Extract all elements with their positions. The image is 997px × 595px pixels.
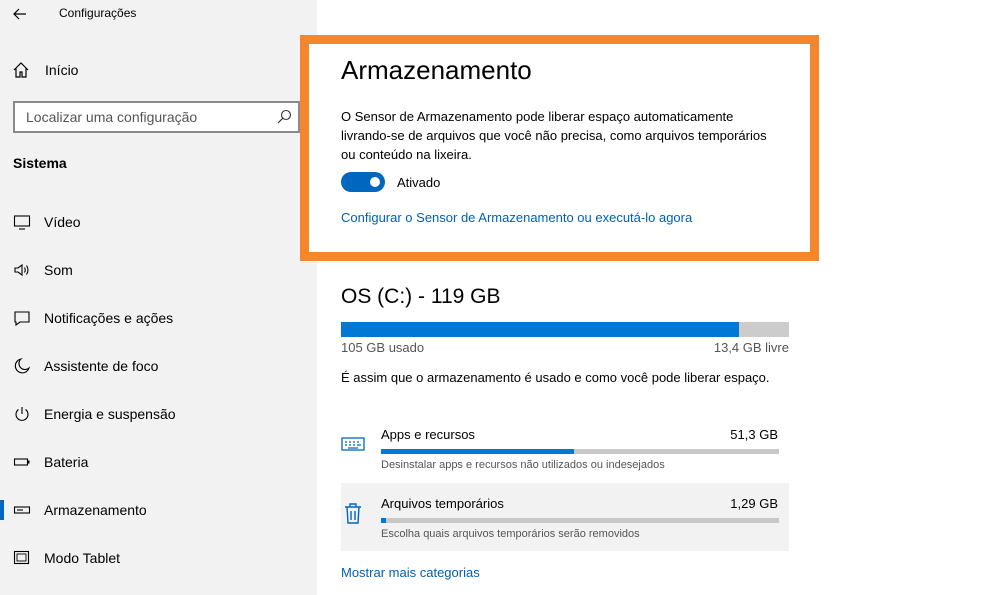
sidebar-item-label: Notificações e ações bbox=[44, 310, 174, 326]
home-button[interactable]: Início bbox=[12, 58, 302, 82]
battery-icon bbox=[12, 452, 32, 472]
sidebar-item-power-sleep[interactable]: Energia e suspensão bbox=[0, 394, 317, 434]
toggle-knob bbox=[370, 177, 380, 187]
storage-sense-toggle[interactable] bbox=[341, 172, 385, 192]
category-size: 51,3 GB bbox=[730, 427, 778, 442]
monitor-icon bbox=[12, 212, 32, 232]
sidebar-item-sound[interactable]: Som bbox=[0, 250, 317, 290]
sidebar-item-label: Bateria bbox=[44, 454, 89, 470]
home-label: Início bbox=[45, 62, 79, 78]
sidebar-item-video[interactable]: Vídeo bbox=[0, 202, 317, 242]
trash-icon bbox=[345, 503, 361, 524]
sidebar-item-label: Armazenamento bbox=[44, 502, 147, 518]
app-title: Configurações bbox=[59, 6, 137, 20]
sidebar-item-label: Assistente de foco bbox=[44, 358, 159, 374]
drive-used-label: 105 GB usado bbox=[341, 340, 425, 355]
drive-title: OS (C:) - 119 GB bbox=[341, 285, 501, 308]
drive-free-label: 13,4 GB livre bbox=[713, 340, 789, 355]
drive-usage-bar bbox=[341, 322, 789, 337]
sidebar-item-storage[interactable]: Armazenamento bbox=[0, 490, 317, 530]
keyboard-icon bbox=[341, 437, 365, 451]
sidebar-item-focus-assist[interactable]: Assistente de foco bbox=[0, 346, 317, 386]
sidebar-item-tablet-mode[interactable]: Modo Tablet bbox=[0, 538, 317, 578]
sidebar-item-label: Modo Tablet bbox=[44, 550, 121, 566]
title-bar: Configurações bbox=[0, 0, 317, 30]
moon-icon bbox=[12, 356, 32, 376]
sidebar-item-label: Energia e suspensão bbox=[44, 406, 176, 422]
storage-sense-description: O Sensor de Armazenamento pode liberar e… bbox=[341, 109, 767, 162]
section-title: Sistema bbox=[13, 155, 67, 171]
show-more-categories-link[interactable]: Mostrar mais categorias bbox=[341, 565, 480, 580]
sidebar: Configurações Início Localizar uma confi… bbox=[0, 0, 317, 595]
category-name: Apps e recursos bbox=[381, 427, 475, 442]
sidebar-item-battery[interactable]: Bateria bbox=[0, 442, 317, 482]
drive-usage-fill bbox=[341, 322, 739, 337]
home-icon bbox=[13, 62, 29, 78]
category-size: 1,29 GB bbox=[730, 496, 778, 511]
tablet-icon bbox=[12, 548, 32, 568]
category-subtitle: Escolha quais arquivos temporários serão… bbox=[381, 528, 640, 540]
sidebar-item-label: Vídeo bbox=[44, 214, 81, 230]
category-usage-fill bbox=[381, 449, 575, 454]
toggle-label: Ativado bbox=[397, 175, 441, 190]
sidebar-item-label: Som bbox=[44, 262, 73, 278]
page-title: Armazenamento bbox=[341, 55, 532, 85]
search-icon[interactable] bbox=[276, 109, 292, 125]
sidebar-item-notifications[interactable]: Notificações e ações bbox=[0, 298, 317, 338]
storage-icon bbox=[12, 500, 32, 520]
configure-storage-sense-link[interactable]: Configurar o Sensor de Armazenamento ou … bbox=[341, 210, 692, 225]
category-name: Arquivos temporários bbox=[381, 496, 504, 511]
search-placeholder: Localizar uma configuração bbox=[26, 109, 198, 125]
active-indicator bbox=[0, 500, 4, 520]
category-temporary-files[interactable]: Arquivos temporários 1,29 GB Escolha qua… bbox=[341, 483, 789, 551]
category-subtitle: Desinstalar apps e recursos não utilizad… bbox=[381, 459, 665, 471]
back-arrow-icon[interactable] bbox=[10, 4, 30, 24]
search-input[interactable]: Localizar uma configuração bbox=[13, 101, 300, 133]
notification-icon bbox=[12, 308, 32, 328]
category-usage-bar bbox=[381, 449, 779, 454]
speaker-icon bbox=[12, 260, 32, 280]
category-usage-bar bbox=[381, 518, 779, 523]
category-apps-features[interactable]: Apps e recursos 51,3 GB Desinstalar apps… bbox=[341, 414, 789, 482]
power-icon bbox=[12, 404, 32, 424]
category-usage-fill bbox=[381, 518, 386, 523]
usage-description: É assim que o armazenamento é usado e co… bbox=[341, 370, 770, 385]
